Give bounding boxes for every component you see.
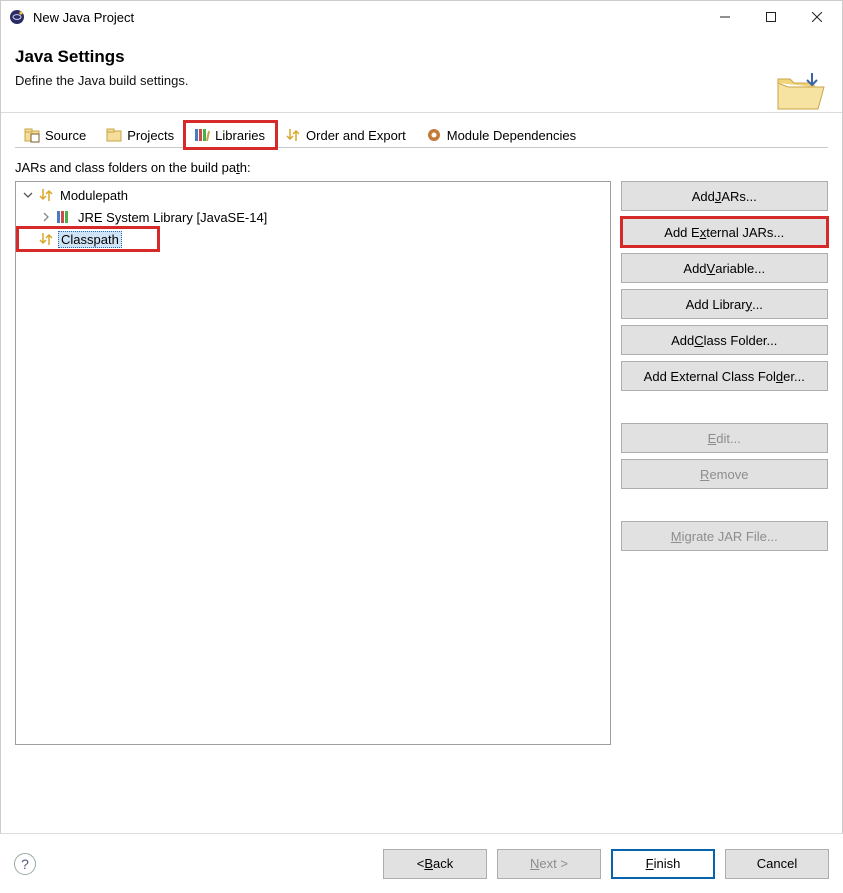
- tree-label: Classpath: [58, 231, 122, 248]
- chevron-down-icon[interactable]: [22, 189, 34, 201]
- add-variable-button[interactable]: Add Variable...: [621, 253, 828, 283]
- cancel-button[interactable]: Cancel: [725, 849, 829, 879]
- tab-source[interactable]: Source: [15, 122, 97, 148]
- tab-module-dependencies[interactable]: Module Dependencies: [417, 122, 587, 148]
- prompt-label: JARs and class folders on the build path…: [15, 160, 828, 175]
- module-icon: [426, 127, 442, 143]
- divider: [1, 112, 842, 113]
- button-column: Add JARs... Add External JARs... Add Var…: [621, 181, 828, 745]
- edit-button: Edit...: [621, 423, 828, 453]
- folder-open-icon: [774, 69, 828, 116]
- libraries-icon: [194, 127, 210, 143]
- back-button[interactable]: < Back: [383, 849, 487, 879]
- source-folder-icon: [24, 127, 40, 143]
- chevron-right-icon[interactable]: [40, 211, 52, 223]
- tab-label: Module Dependencies: [447, 128, 576, 143]
- tab-label: Libraries: [215, 128, 265, 143]
- eclipse-icon: [9, 9, 25, 25]
- tree-node-classpath[interactable]: Classpath: [18, 228, 158, 250]
- tab-bar: Source Projects Libraries Order and Expo…: [15, 121, 828, 148]
- page-title: Java Settings: [15, 47, 822, 67]
- minimize-button[interactable]: [702, 1, 748, 33]
- projects-folder-icon: [106, 127, 122, 143]
- wizard-header: Java Settings Define the Java build sett…: [1, 33, 842, 112]
- classpath-icon: [38, 231, 54, 247]
- maximize-button[interactable]: [748, 1, 794, 33]
- help-icon[interactable]: ?: [14, 853, 36, 875]
- tab-libraries[interactable]: Libraries: [185, 122, 276, 148]
- finish-button[interactable]: Finish: [611, 849, 715, 879]
- tab-label: Projects: [127, 128, 174, 143]
- tab-label: Source: [45, 128, 86, 143]
- remove-button: Remove: [621, 459, 828, 489]
- close-button[interactable]: [794, 1, 840, 33]
- order-icon: [285, 127, 301, 143]
- next-button: Next >: [497, 849, 601, 879]
- add-external-jars-button[interactable]: Add External JARs...: [621, 217, 828, 247]
- tree-label: Modulepath: [58, 188, 130, 203]
- add-class-folder-button[interactable]: Add Class Folder...: [621, 325, 828, 355]
- add-library-button[interactable]: Add Library...: [621, 289, 828, 319]
- tab-order-export[interactable]: Order and Export: [276, 122, 417, 148]
- page-subtitle: Define the Java build settings.: [15, 73, 822, 88]
- modulepath-icon: [38, 187, 54, 203]
- tree-node-jre[interactable]: JRE System Library [JavaSE-14]: [18, 206, 608, 228]
- library-icon: [56, 209, 72, 225]
- build-path-tree[interactable]: Modulepath JRE System Library [JavaSE-14…: [15, 181, 611, 745]
- add-jars-button[interactable]: Add JARs...: [621, 181, 828, 211]
- tab-label: Order and Export: [306, 128, 406, 143]
- wizard-footer: ? < Back Next > Finish Cancel: [0, 833, 843, 893]
- tree-label: JRE System Library [JavaSE-14]: [76, 210, 269, 225]
- migrate-jar-button: Migrate JAR File...: [621, 521, 828, 551]
- window-title: New Java Project: [33, 10, 702, 25]
- add-external-class-folder-button[interactable]: Add External Class Folder...: [621, 361, 828, 391]
- tab-projects[interactable]: Projects: [97, 122, 185, 148]
- titlebar: New Java Project: [1, 1, 842, 33]
- tree-node-modulepath[interactable]: Modulepath: [18, 184, 608, 206]
